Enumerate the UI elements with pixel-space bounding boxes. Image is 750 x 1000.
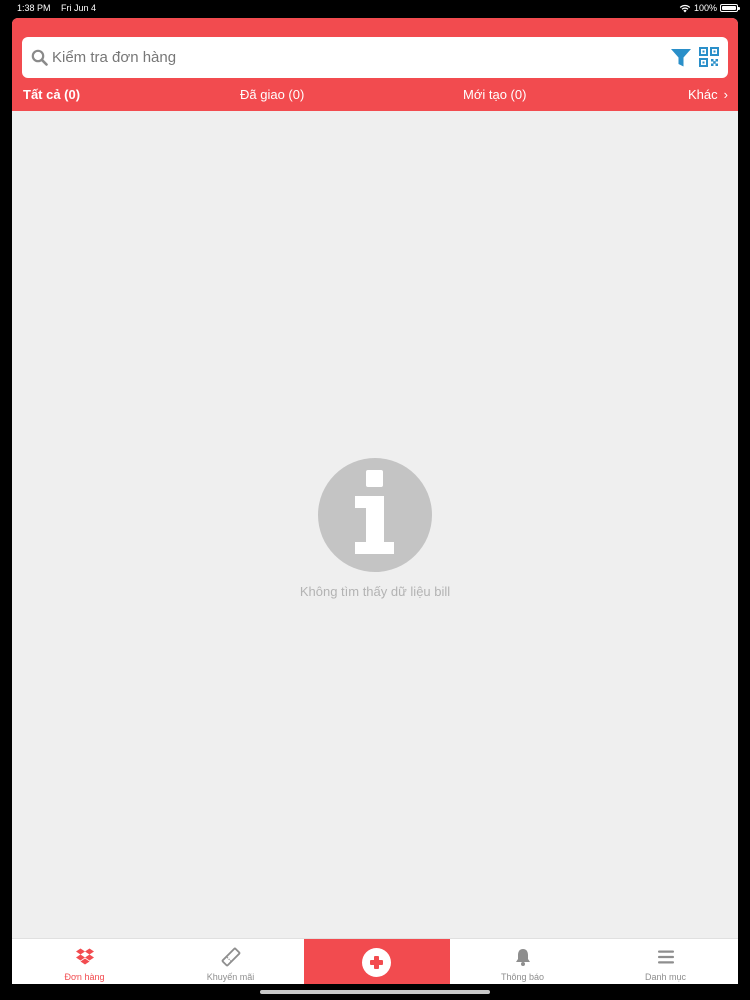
tab-all[interactable]: Tất cả (0) [23,87,80,102]
status-date: Fri Jun 4 [61,3,97,13]
search-box [22,37,728,78]
nav-promotions-label: Khuyến mãi [206,972,255,982]
tab-other[interactable]: Khác › [688,87,728,102]
tab-delivered[interactable]: Đã giao (0) [240,87,304,102]
search-icon [31,49,48,66]
app-window: Tất cả (0) Đã giao (0) Mới tạo (0) Khác ›… [12,18,738,984]
order-tabs: Tất cả (0) Đã giao (0) Mới tạo (0) Khác › [12,87,738,109]
nav-categories-label: Danh mục [644,972,687,982]
dropbox-icon [75,948,94,965]
empty-message: Không tìm thấy dữ liệu bill [299,584,451,599]
nav-promotions[interactable]: Khuyến mãi [158,939,303,984]
tab-new[interactable]: Mới tạo (0) [463,87,526,102]
wifi-icon [679,4,691,12]
home-indicator[interactable] [260,990,490,994]
info-icon [318,458,432,572]
ticket-icon [221,947,240,967]
nav-categories[interactable]: Danh mục [593,939,738,984]
header: Tất cả (0) Đã giao (0) Mới tạo (0) Khác › [12,18,738,111]
empty-state: Không tìm thấy dữ liệu bill [12,458,738,599]
bell-icon [515,949,530,966]
status-bar-right: 100% [679,3,740,13]
search-input[interactable] [52,37,652,78]
qr-code-icon[interactable] [699,47,719,67]
nav-orders[interactable]: Đơn hàng [12,939,157,984]
status-bar: 1:38 PM Fri Jun 4 100% [0,0,750,16]
status-bar-left: 1:38 PM Fri Jun 4 [17,3,104,13]
status-time: 1:38 PM [17,3,51,13]
filter-icon[interactable] [670,48,692,68]
nav-notifications[interactable]: Thông báo [450,939,595,984]
chevron-right-icon: › [723,87,728,102]
menu-icon [657,950,674,964]
bottom-nav: Đơn hàng Khuyến mãi Thông báo Danh mục [12,938,738,984]
tab-other-label: Khác [688,87,718,102]
plus-icon [362,948,391,977]
add-order-button[interactable] [304,939,450,984]
nav-notifications-label: Thông báo [500,972,545,982]
battery-percent: 100% [693,3,717,13]
battery-icon [720,4,740,12]
nav-orders-label: Đơn hàng [64,972,105,982]
